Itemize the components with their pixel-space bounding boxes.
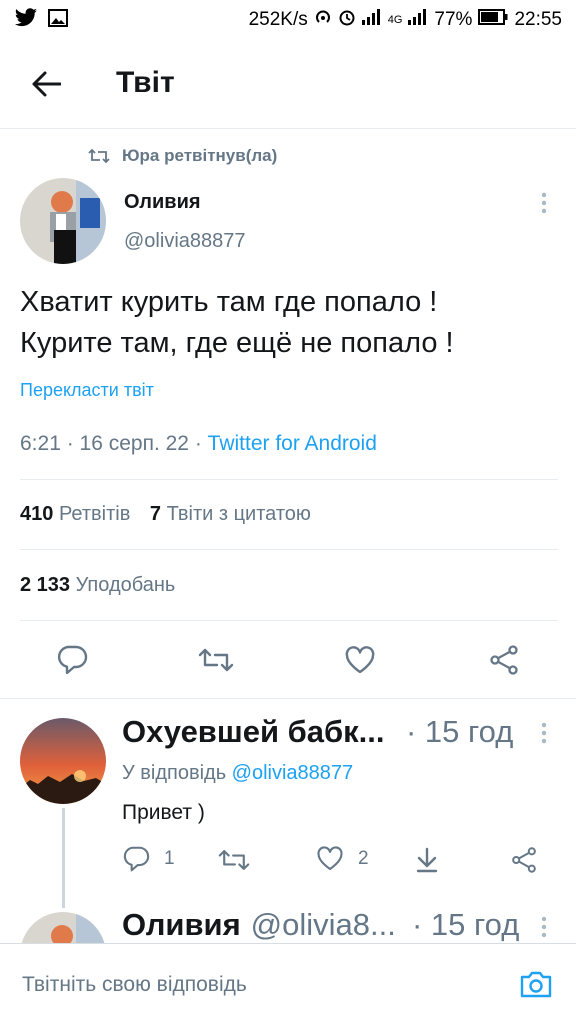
retweets-stat[interactable]: 410 Ретвітів [20,503,130,525]
divider [0,698,576,699]
reply-to-prefix: У відповідь [122,762,232,784]
translate-link[interactable]: Перекласти твіт [20,380,154,401]
status-bar: 252K/s 4G 77% 22:55 [0,0,576,40]
battery-icon [478,9,508,31]
likes-count: 2 133 [20,574,71,596]
retweet-icon [198,648,234,672]
retweet-icon [88,148,110,164]
retweet-icon [218,850,250,870]
next-reply-header: Оливия @olivia8... [122,907,396,943]
tweet-timestamp: 6:21 · 16 серп. 22 · [20,432,208,455]
reply-reply-count: 1 [164,848,175,869]
author-avatar[interactable] [20,178,106,264]
top-app-bar: Твіт [0,40,576,129]
next-reply-handle[interactable]: @olivia8... [251,907,396,943]
heart-icon [345,646,375,674]
tweet-text-line-2: Курите там, где ещё не попало ! [20,327,454,359]
page-title: Твіт [116,66,175,99]
share-button[interactable] [484,640,524,680]
more-vertical-icon [541,916,547,938]
tweet-meta: 6:21 · 16 серп. 22 · Twitter for Android [20,432,377,456]
camera-button[interactable] [516,964,556,1004]
clock: 22:55 [514,9,562,30]
retweets-label: Ретвітів [58,503,131,525]
network-type: 4G [387,14,403,26]
twitter-bird-icon [14,8,38,34]
camera-icon [520,971,552,998]
retweet-button[interactable] [196,640,236,680]
tweet-more-button[interactable] [534,188,554,218]
reply-text: Привет ) [122,801,205,824]
thread-connector-line [62,808,65,908]
author-handle[interactable]: @olivia88877 [124,230,246,253]
reply-author-avatar[interactable] [20,718,106,804]
battery-percent: 77% [434,9,473,30]
retweet-quote-stats: 410 Ретвітів 7 Твіти з цитатою [20,503,311,526]
divider [20,479,558,480]
divider [20,549,558,550]
back-button[interactable] [24,62,68,106]
tweet-source[interactable]: Twitter for Android [208,432,377,455]
signal-icon [361,9,382,31]
reply-icon [57,645,88,675]
divider [20,620,558,621]
quotes-stat[interactable]: 7 Твіти з цитатою [150,503,311,525]
reply-share-button[interactable] [508,844,540,876]
compose-reply-bar: Твітніть свою відповідь [0,943,576,1025]
share-icon [490,645,518,675]
likes-label: Уподобань [75,574,176,596]
reply-reply-button[interactable]: 1 [122,846,175,872]
reply-button[interactable] [52,640,92,680]
arrow-left-icon [32,71,61,97]
image-icon [48,9,68,33]
author-name[interactable]: Оливия [124,191,201,214]
tweet-text: Хватит курить там где попало ! Курите та… [20,282,560,364]
reply-download-button[interactable] [412,844,442,876]
next-reply-more-button[interactable] [534,912,554,942]
share-icon [512,847,536,873]
reply-more-button[interactable] [534,718,554,748]
network-speed: 252K/s [248,9,308,30]
quotes-count: 7 [149,503,162,525]
reply-to-line: У відповідь @olivia88877 [122,762,353,785]
heart-icon [317,846,343,871]
retweets-count: 410 [20,503,54,525]
next-reply-author-name[interactable]: Оливия [122,907,241,943]
alarm-icon [338,8,356,32]
likes-stat[interactable]: 2 133 Уподобань [20,574,175,597]
next-reply-time: · 15 год [412,907,520,942]
tweet-text-line-1: Хватит курить там где попало ! [20,286,438,318]
hotspot-icon [314,8,332,32]
reply-retweet-button[interactable] [216,844,252,876]
download-icon [416,847,438,873]
reply-like-button[interactable]: 2 [316,846,369,871]
reply-icon [123,846,150,872]
signal-icon-2 [408,9,428,31]
more-vertical-icon [541,192,547,214]
retweeted-by[interactable]: Юра ретвітнув(ла) [88,146,277,166]
reply-input[interactable]: Твітніть свою відповідь [22,973,247,997]
reply-to-handle[interactable]: @olivia88877 [232,762,354,784]
reply-like-count: 2 [358,847,369,869]
retweeted-by-label: Юра ретвітнув(ла) [122,146,278,165]
reply-time: · 15 год [406,714,514,749]
more-vertical-icon [541,722,547,744]
quotes-label: Твіти з цитатою [166,503,311,525]
reply-author-name[interactable]: Охуевшей бабк... [122,714,385,750]
like-button[interactable] [340,640,380,680]
